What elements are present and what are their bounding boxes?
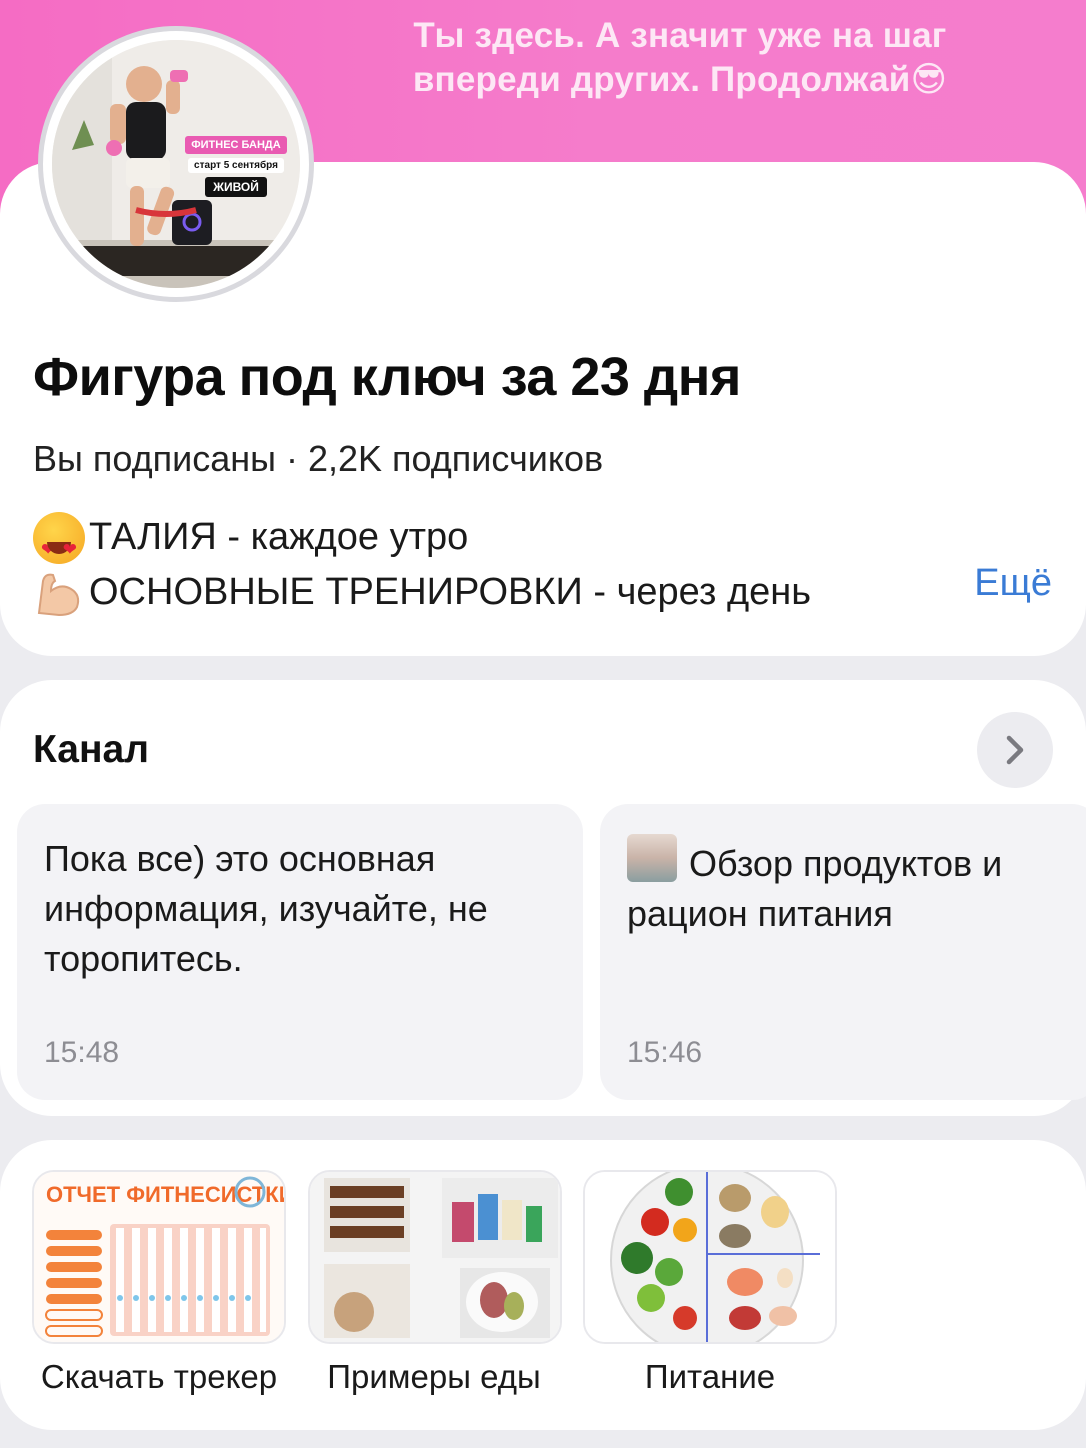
- highlight-label-food-examples: Примеры еды: [327, 1358, 541, 1395]
- highlight-label-nutrition: Питание: [644, 1358, 776, 1395]
- description-line-2-text: ОСНОВНЫЕ ТРЕНИРОВКИ - через день: [89, 571, 812, 613]
- food-examples-thumbnail: [310, 1172, 560, 1342]
- channel-post-1[interactable]: Пока все) это основная информация, изуча…: [17, 804, 583, 1100]
- avatar-image: ФИТНЕС БАНДА старт 5 сентября ЖИВОЙ: [52, 40, 300, 288]
- highlight-label-tracker: Скачать трекер: [40, 1358, 278, 1395]
- channel-post-2[interactable]: Обзор продуктов и рацион питания 15:46: [600, 804, 1086, 1100]
- nutrition-plate-thumbnail: [585, 1172, 835, 1342]
- profile-card: ФИТНЕС БАНДА старт 5 сентября ЖИВОЙ Фигу…: [0, 26, 1086, 656]
- page-title: Фигура под ключ за 23 дня: [33, 347, 741, 407]
- highlight-food-examples[interactable]: [308, 1170, 562, 1344]
- chevron-right-icon: [1006, 735, 1024, 765]
- highlights-card: ОТЧЕТ ФИТНЕСИСТКИ Скачать трекер Примеры…: [0, 1140, 1086, 1430]
- highlight-tracker[interactable]: ОТЧЕТ ФИТНЕСИСТКИ: [32, 1170, 286, 1344]
- tracker-thumbnail: ОТЧЕТ ФИТНЕСИСТКИ: [34, 1172, 284, 1342]
- cover-text: Ты здесь. А значит уже на шаг впереди др…: [330, 14, 1030, 102]
- heart-eyes-emoji-icon: [33, 511, 85, 577]
- cover-text-line-2: впереди других. Продолжай😎: [412, 60, 948, 99]
- description-line-1-text: ТАЛИЯ - каждое утро: [89, 516, 469, 558]
- more-link[interactable]: Ещё: [974, 562, 1052, 605]
- badge-live: ЖИВОЙ: [205, 177, 267, 197]
- badge-fitness-band: ФИТНЕС БАНДА: [185, 136, 287, 154]
- highlight-nutrition[interactable]: [583, 1170, 837, 1344]
- tracker-thumbnail-title: ОТЧЕТ ФИТНЕСИСТКИ: [46, 1182, 284, 1207]
- avatar-badges: ФИТНЕС БАНДА старт 5 сентября ЖИВОЙ: [172, 136, 300, 197]
- post-text: Пока все) это основная информация, изуча…: [44, 838, 488, 979]
- channel-card: Канал Пока все) это основная информация,…: [0, 680, 1086, 1116]
- avatar[interactable]: ФИТНЕС БАНДА старт 5 сентября ЖИВОЙ: [38, 26, 314, 302]
- channel-open-button[interactable]: [977, 712, 1053, 788]
- badge-start-date: старт 5 сентября: [188, 158, 284, 173]
- subscription-status[interactable]: Вы подписаны · 2,2K подписчиков: [33, 438, 603, 480]
- description-line-1: ТАЛИЯ - каждое утро: [33, 510, 933, 577]
- post-text: Обзор продуктов и рацион питания: [627, 843, 1003, 934]
- cover-text-line-1: Ты здесь. А значит уже на шаг: [413, 16, 947, 55]
- flexed-biceps-emoji-icon: [33, 567, 85, 619]
- post-timestamp: 15:46: [627, 1036, 703, 1069]
- channel-description: ТАЛИЯ - каждое утро ОСНОВНЫЕ ТРЕНИРОВКИ …: [33, 510, 933, 620]
- description-line-2: ОСНОВНЫЕ ТРЕНИРОВКИ - через день: [33, 565, 933, 620]
- post-content: Обзор продуктов и рацион питания: [627, 834, 1067, 939]
- post-thumbnail: [627, 834, 677, 882]
- page: Ты здесь. А значит уже на шаг впереди др…: [0, 0, 1086, 1448]
- post-timestamp: 15:48: [44, 1036, 120, 1069]
- channel-section-title: Канал: [33, 728, 149, 771]
